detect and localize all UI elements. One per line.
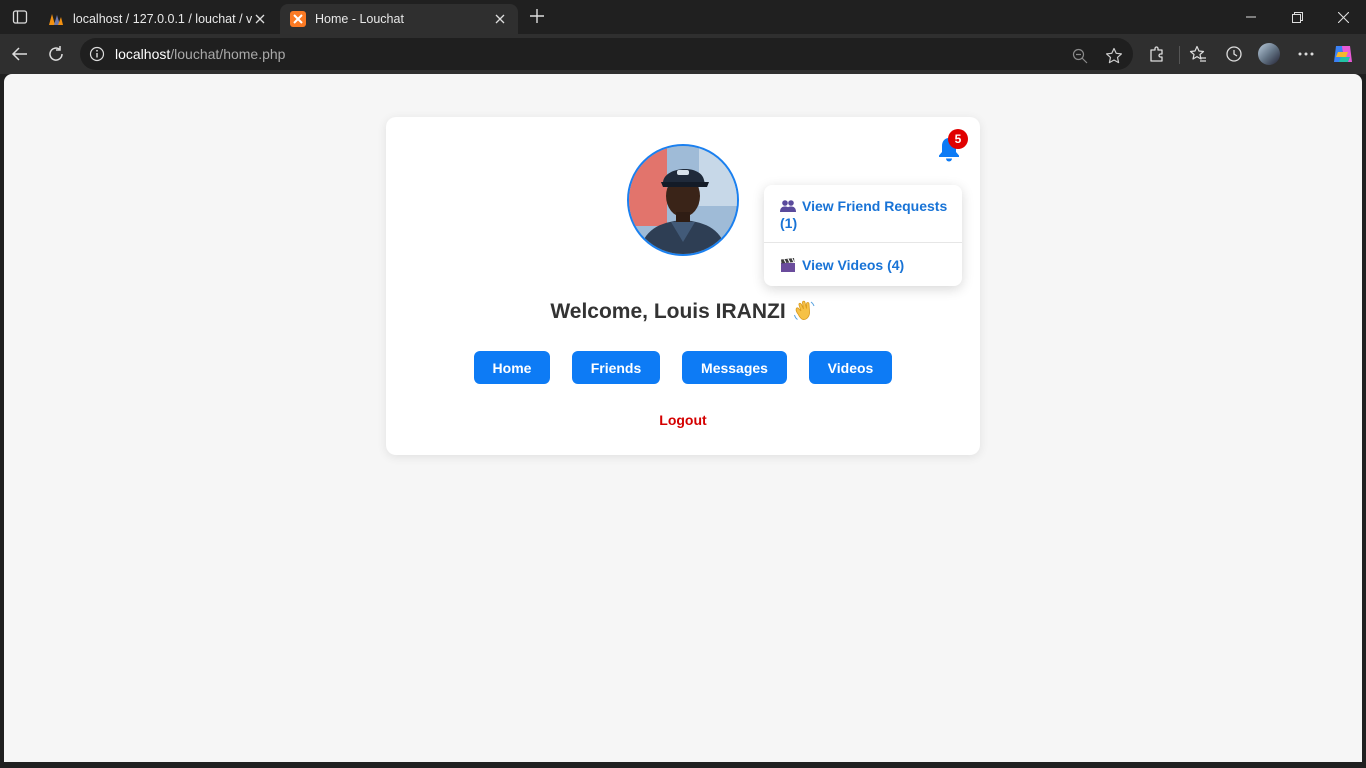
minimize-icon	[1246, 16, 1256, 18]
history-button[interactable]	[1222, 42, 1246, 66]
copilot-button[interactable]	[1331, 42, 1355, 66]
xampp-favicon	[290, 11, 306, 27]
copilot-icon	[1334, 46, 1352, 62]
home-card: 5 View Friend Requests (1) View Videos (…	[386, 117, 980, 455]
videos-link[interactable]: View Videos (4)	[780, 257, 904, 274]
videos-link-label: View Videos (4)	[802, 257, 905, 273]
people-icon	[780, 200, 796, 212]
restore-button[interactable]	[1274, 0, 1320, 34]
home-button[interactable]: Home	[474, 351, 550, 384]
minimize-button[interactable]	[1228, 0, 1274, 34]
window-bottom-edge	[0, 762, 1366, 768]
zoom-out-icon[interactable]	[1070, 46, 1090, 66]
logout-link[interactable]: Logout	[386, 412, 980, 428]
page-viewport: 5 View Friend Requests (1) View Videos (…	[4, 74, 1362, 762]
friend-requests-link[interactable]: View Friend Requests (1)	[780, 198, 950, 232]
url-path: /louchat/home.php	[170, 46, 286, 62]
notification-dropdown: View Friend Requests (1) View Videos (4)	[764, 185, 962, 286]
reload-icon	[49, 46, 63, 61]
toolbar-separator	[1179, 46, 1180, 64]
welcome-text: Welcome, Louis IRANZI	[550, 300, 786, 323]
profile-picture	[627, 144, 739, 256]
tab-title: Home - Louchat	[315, 12, 404, 26]
plus-icon	[530, 9, 544, 23]
back-button[interactable]	[8, 42, 32, 66]
dropdown-divider	[764, 242, 962, 243]
extensions-icon	[1150, 46, 1163, 62]
extensions-button[interactable]	[1145, 42, 1169, 66]
back-icon	[11, 47, 27, 61]
notification-badge: 5	[948, 129, 968, 149]
welcome-heading: Welcome, Louis IRANZI	[386, 298, 980, 324]
window-close-button[interactable]	[1320, 0, 1366, 34]
tab-phpmyadmin[interactable]: localhost / 127.0.0.1 / louchat / vi	[38, 4, 278, 34]
more-button[interactable]	[1294, 42, 1318, 66]
window-close-icon	[1337, 11, 1349, 23]
tab-home-louchat[interactable]: Home - Louchat	[280, 4, 518, 34]
restore-icon	[1291, 11, 1303, 23]
info-icon[interactable]	[89, 46, 105, 62]
tab-bar: localhost / 127.0.0.1 / louchat / vi Hom…	[0, 0, 1366, 34]
wave-emoji	[793, 300, 815, 320]
sidebar-toggle-icon	[12, 10, 28, 24]
profile-avatar[interactable]	[1258, 43, 1280, 65]
address-bar[interactable]: localhost/louchat/home.php	[80, 38, 1133, 70]
clapper-icon	[781, 258, 795, 272]
star-icon[interactable]	[1104, 46, 1124, 66]
browser-toolbar: localhost/louchat/home.php	[0, 34, 1366, 74]
reload-button[interactable]	[44, 42, 68, 66]
friends-button[interactable]: Friends	[572, 351, 660, 384]
tab-title: localhost / 127.0.0.1 / louchat / vi	[73, 12, 252, 26]
phpmyadmin-favicon	[48, 11, 64, 27]
history-icon	[1226, 46, 1242, 62]
more-icon	[1298, 52, 1314, 56]
new-tab-button[interactable]	[526, 5, 548, 27]
url-host: localhost	[115, 46, 171, 62]
close-icon[interactable]	[252, 11, 268, 27]
close-icon[interactable]	[492, 11, 508, 27]
videos-button[interactable]: Videos	[809, 351, 892, 384]
favorites-icon	[1189, 45, 1206, 62]
url-text: localhost/louchat/home.php	[115, 46, 285, 62]
friend-requests-label: View Friend Requests (1)	[780, 198, 948, 231]
messages-button[interactable]: Messages	[682, 351, 787, 384]
favorites-button[interactable]	[1186, 42, 1210, 66]
tab-actions-button[interactable]	[8, 5, 32, 29]
